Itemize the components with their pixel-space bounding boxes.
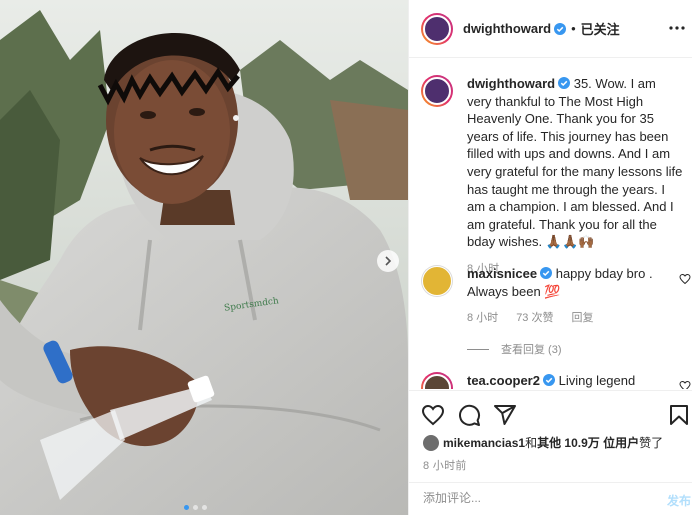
heart-outline-icon[interactable]	[679, 273, 691, 285]
avatar[interactable]	[421, 12, 453, 45]
comment-text: Living legend	[554, 373, 636, 388]
carousel-next-button[interactable]	[377, 250, 399, 272]
comment-item: maxisnicee happy bday bro . Always been …	[421, 265, 691, 328]
post-photo: Sportsmdch	[0, 0, 408, 515]
post-caption: dwighthoward 35. Wow. I am very thankful…	[421, 75, 683, 279]
header-username[interactable]: dwighthoward	[463, 21, 551, 36]
more-horizontal-icon	[669, 26, 685, 30]
post-actions: mikemancias1 和 其他 10.9万 位用户 赞了 8 小时前 发布	[409, 390, 692, 515]
caption-body: dwighthoward 35. Wow. I am very thankful…	[467, 75, 683, 279]
post-timestamp: 8 小时前	[423, 460, 467, 472]
comments-section: dwighthoward 35. Wow. I am very thankful…	[409, 59, 692, 389]
post-header: dwighthoward • 已关注	[409, 0, 692, 58]
liker-avatar[interactable]	[423, 434, 439, 451]
carousel-dots	[184, 505, 207, 510]
comment-body: maxisnicee happy bday bro . Always been …	[467, 265, 667, 328]
comment-reply-button[interactable]: 回复	[571, 310, 593, 328]
bookmark-icon[interactable]	[667, 403, 691, 427]
comment-username[interactable]: tea.cooper2	[467, 373, 540, 388]
comment-username[interactable]: maxisnicee	[467, 266, 537, 281]
verified-badge-icon	[542, 374, 555, 386]
post-side-panel: dwighthoward • 已关注 dwighthoward 35. Wow.…	[408, 0, 692, 515]
comment-body: tea.cooper2 Living legend	[467, 372, 667, 389]
chevron-right-icon	[385, 256, 392, 266]
verified-badge-icon	[554, 22, 567, 35]
carousel-dot-active	[184, 505, 189, 510]
likes-summary: mikemancias1 和 其他 10.9万 位用户 赞了	[423, 434, 663, 451]
photo-illustration	[0, 0, 408, 515]
comment-avatar[interactable]	[421, 372, 453, 389]
comment-icon[interactable]	[457, 403, 481, 427]
comment-avatar[interactable]	[421, 265, 453, 297]
verified-badge-icon	[558, 77, 571, 89]
post-comment-button[interactable]: 发布	[667, 492, 691, 509]
follow-status-button[interactable]: 已关注	[581, 19, 620, 38]
comment-item: tea.cooper2 Living legend	[421, 372, 691, 389]
carousel-dot	[202, 505, 207, 510]
header-separator: •	[571, 21, 576, 36]
paper-plane-icon[interactable]	[493, 403, 517, 427]
view-replies-label: 查看回复 (3)	[501, 344, 562, 356]
verified-badge-icon	[540, 267, 553, 279]
caption-text: 35. Wow. I am very thankful to The Most …	[467, 76, 683, 250]
replies-divider	[467, 348, 489, 350]
view-replies-button[interactable]: 查看回复 (3)	[467, 341, 562, 357]
comment-time: 8 小时	[467, 312, 499, 325]
likes-and: 和	[525, 436, 538, 450]
caption-avatar[interactable]	[421, 75, 453, 107]
likes-others-count[interactable]: 其他 10.9万 位用户	[537, 434, 639, 451]
heart-icon[interactable]	[421, 403, 445, 427]
more-options-button[interactable]	[667, 18, 687, 38]
action-icons-row	[421, 403, 688, 427]
likes-suffix: 赞了	[639, 436, 664, 450]
instagram-post-view: Sportsmdch dwighthoward • 已关注 dwighthowa…	[0, 0, 692, 515]
caption-username[interactable]: dwighthoward	[467, 76, 555, 91]
liker-username[interactable]: mikemancias1	[443, 436, 525, 450]
comment-likes-count[interactable]: 73 次赞	[516, 310, 553, 328]
heart-outline-icon[interactable]	[679, 380, 691, 389]
carousel-dot	[193, 505, 198, 510]
comment-meta: 8 小时 73 次赞 回复	[467, 310, 667, 328]
comment-input[interactable]	[423, 491, 643, 505]
add-comment-row: 发布	[409, 482, 692, 515]
